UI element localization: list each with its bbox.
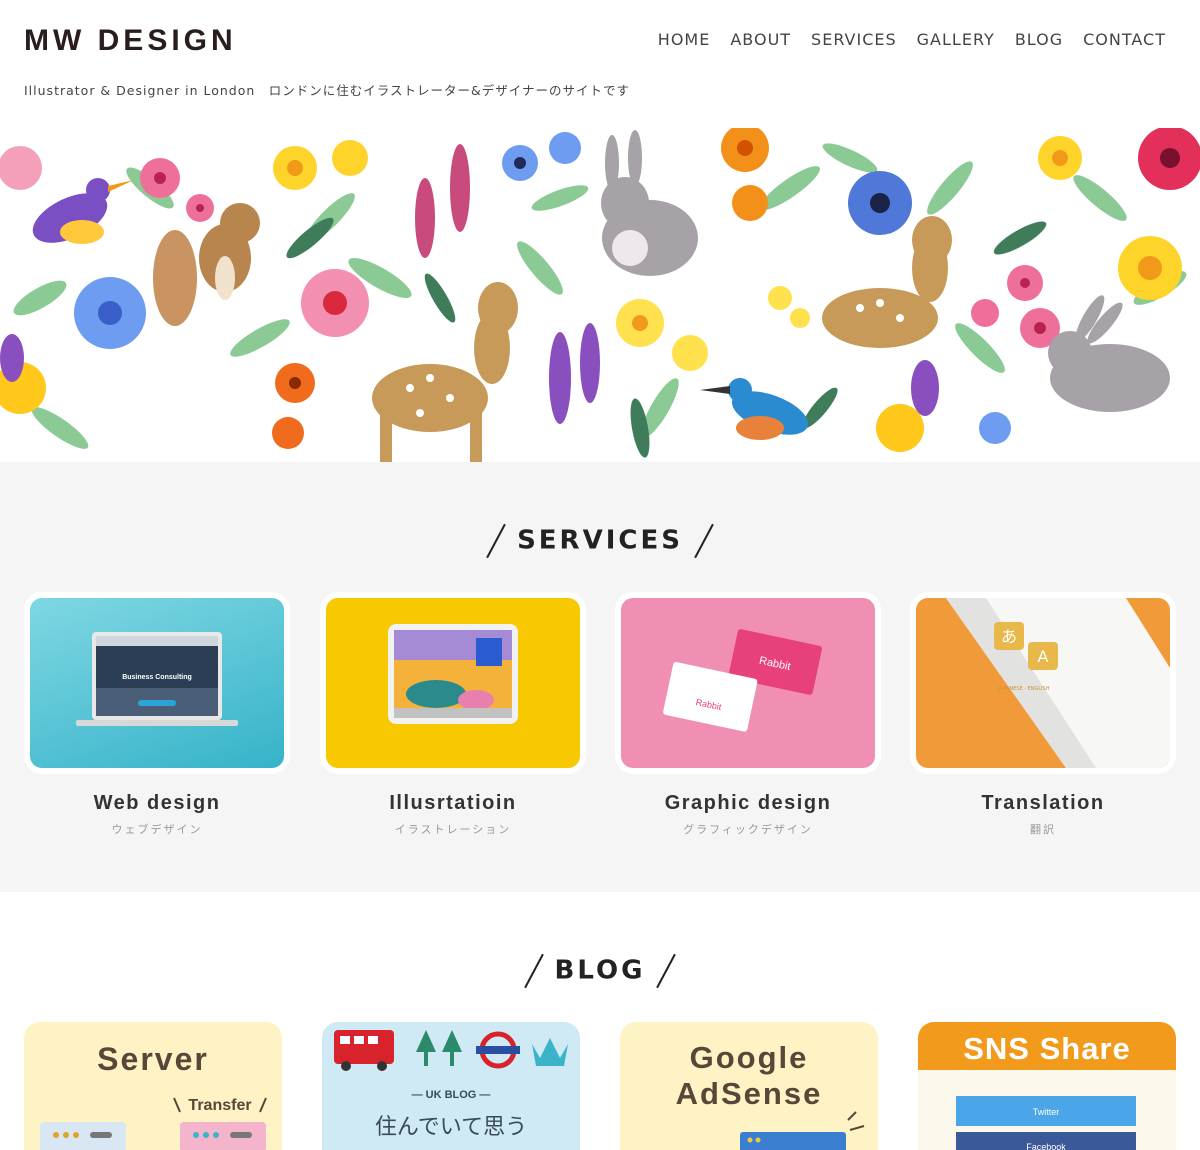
book-caption: JAPANESE · ENGLISH	[998, 686, 1050, 692]
illustration-image	[326, 598, 580, 768]
nav-home[interactable]: HOME	[658, 30, 711, 49]
service-subtitle: グラフィックデザイン	[683, 823, 813, 836]
service-card-frame: Business Consulting	[24, 592, 290, 774]
service-title: Translation	[981, 792, 1105, 814]
laptop-screen-text: Business Consulting	[122, 674, 192, 681]
site-header: MW DESIGN HOME ABOUT SERVICES GALLERY BL…	[0, 0, 1200, 128]
sns-headline: SNS Share	[963, 1031, 1131, 1066]
adsense-headline-line1: Google	[690, 1040, 809, 1075]
heading-slash-left	[486, 523, 506, 559]
blog-card-server[interactable]: Server Transfer	[24, 1022, 282, 1150]
service-card-frame: あ A JAPANESE · ENGLISH	[910, 592, 1176, 774]
nav-gallery[interactable]: GALLERY	[917, 30, 995, 49]
site-logo[interactable]: MW DESIGN	[24, 24, 237, 58]
blog-title-text: BLOG	[554, 955, 646, 986]
nav-contact[interactable]: CONTACT	[1083, 30, 1166, 49]
service-title: Web design	[93, 792, 221, 814]
service-card-web-design[interactable]: Business Consulting Web design ウェブデザイン	[24, 592, 290, 837]
web-design-image: Business Consulting	[30, 598, 284, 768]
business-cards-mockup: Rabbit Rabbit	[663, 629, 822, 732]
sns-share-thumbnail: SNS Share Twitter Facebook	[918, 1022, 1176, 1150]
uk-blog-thumbnail: — UK BLOG — 住んでいて思う	[334, 1030, 568, 1140]
nav-about[interactable]: ABOUT	[730, 30, 791, 49]
main-nav: HOME ABOUT SERVICES GALLERY BLOG CONTACT	[658, 30, 1166, 49]
blog-card-sns-share[interactable]: SNS Share Twitter Facebook	[918, 1022, 1176, 1150]
facebook-share-button: Facebook	[1026, 1142, 1066, 1150]
graphic-design-image: Rabbit Rabbit	[621, 598, 875, 768]
nav-services[interactable]: SERVICES	[811, 30, 897, 49]
service-subtitle: イラストレーション	[394, 823, 512, 836]
service-subtitle: 翻訳	[1030, 823, 1056, 836]
svg-text:あ: あ	[1001, 627, 1017, 646]
blog-section: BLOG Server Transfer — UK BLOG — 住んでいて思う…	[0, 892, 1200, 1150]
blog-card-uk-blog[interactable]: — UK BLOG — 住んでいて思う	[322, 1022, 580, 1150]
services-section: SERVICES Business Consulting Web design …	[0, 462, 1200, 892]
laptop-mockup: Business Consulting	[76, 632, 238, 726]
service-card-illustration[interactable]: Illusrtatioin イラストレーション	[320, 592, 586, 837]
site-tagline: Illustrator & Designer in London ロンドンに住む…	[24, 83, 631, 98]
service-card-graphic-design[interactable]: Rabbit Rabbit Graphic design グラフィックデザイン	[615, 592, 881, 837]
service-card-frame	[320, 592, 586, 774]
adsense-thumbnail: Google AdSense	[676, 1040, 865, 1150]
book-mockup: あ A JAPANESE · ENGLISH	[946, 598, 1170, 768]
translation-image: あ A JAPANESE · ENGLISH	[916, 598, 1170, 768]
uk-blog-tag: — UK BLOG —	[412, 1089, 491, 1101]
flowers-and-animals-illustration	[0, 128, 1200, 462]
heading-slash-left	[523, 953, 544, 989]
uk-blog-headline: 住んでいて思う	[375, 1115, 527, 1140]
services-heading: SERVICES	[0, 522, 1200, 560]
server-headline: Server	[97, 1041, 209, 1077]
heading-slash-right	[656, 953, 677, 989]
service-card-frame: Rabbit Rabbit	[615, 592, 881, 774]
adsense-headline-line2: AdSense	[676, 1076, 823, 1111]
tablet-mockup	[388, 624, 518, 724]
blog-card-google-adsense[interactable]: Google AdSense	[620, 1022, 878, 1150]
twitter-share-button: Twitter	[1033, 1107, 1060, 1117]
hero-illustration	[0, 128, 1200, 462]
heading-slash-right	[694, 523, 714, 559]
nav-blog[interactable]: BLOG	[1015, 30, 1063, 49]
server-thumbnail: Server Transfer	[40, 1041, 267, 1150]
blog-heading: BLOG	[0, 952, 1200, 990]
service-title: Graphic design	[664, 792, 832, 814]
service-subtitle: ウェブデザイン	[111, 823, 203, 836]
svg-text:A: A	[1038, 647, 1049, 666]
service-title: Illusrtatioin	[389, 792, 517, 814]
services-title-text: SERVICES	[517, 525, 683, 556]
service-card-translation[interactable]: あ A JAPANESE · ENGLISH Translation 翻訳	[910, 592, 1176, 837]
transfer-label: Transfer	[188, 1097, 251, 1114]
